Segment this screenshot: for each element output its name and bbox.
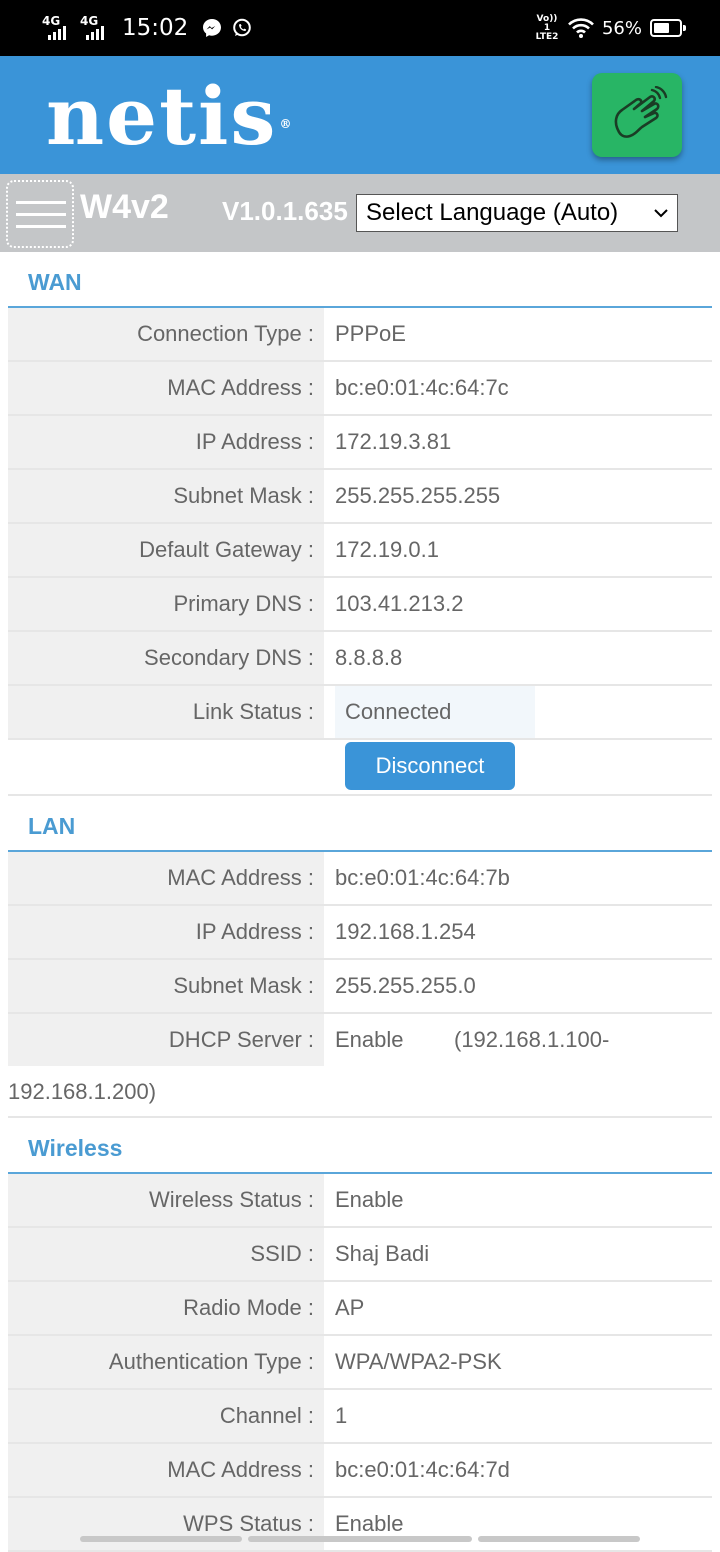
disconnect-button[interactable]: Disconnect xyxy=(345,742,515,790)
table-row: IP Address : 172.19.3.81 xyxy=(8,416,712,470)
row-value: 1 xyxy=(335,1403,348,1428)
row-value: 103.41.213.2 xyxy=(335,591,464,616)
table-row-dhcp-server: DHCP Server : Enable (192.168.1.100- 192… xyxy=(8,1014,712,1118)
netis-logo: netis ® xyxy=(46,76,293,156)
section-title-lan: LAN xyxy=(8,796,712,852)
battery-percent: 56% xyxy=(601,17,642,39)
row-value: 192.168.1.254 xyxy=(335,919,476,944)
table-row: SSID : Shaj Badi xyxy=(8,1228,712,1282)
status-content: WAN Connection Type : PPPoE MAC Address : b… xyxy=(0,252,720,1552)
signal-icon-sim2: 4G xyxy=(80,15,116,41)
row-value: Enable xyxy=(335,1511,404,1536)
table-row: IP Address : 192.168.1.254 xyxy=(8,906,712,960)
row-value: bc:e0:01:4c:64:7c xyxy=(335,375,509,400)
row-label: Subnet Mask : xyxy=(8,470,324,522)
firmware-version: V1.0.1.635 xyxy=(222,196,348,226)
table-row: Default Gateway : 172.19.0.1 xyxy=(8,524,712,578)
table-row: Radio Mode : AP xyxy=(8,1282,712,1336)
volte-top-text: Vo)) 1 xyxy=(536,13,558,33)
row-value: Shaj Badi xyxy=(335,1241,430,1266)
clock: 15:02 xyxy=(122,15,189,41)
row-label: Wireless Status : xyxy=(8,1174,324,1226)
row-label: MAC Address : xyxy=(8,362,324,414)
whatsapp-icon xyxy=(233,18,252,37)
row-value: Enable xyxy=(335,1187,404,1212)
row-label: MAC Address : xyxy=(8,852,324,904)
row-label: Radio Mode : xyxy=(8,1282,324,1334)
lan-table: MAC Address : bc:e0:01:4c:64:7b IP Address… xyxy=(0,852,720,1014)
volte-bottom-text: LTE2 xyxy=(535,31,559,42)
row-label: MAC Address : xyxy=(8,1444,324,1496)
table-row: MAC Address : bc:e0:01:4c:64:7c xyxy=(8,362,712,416)
row-value: bc:e0:01:4c:64:7b xyxy=(335,865,510,890)
table-row: Secondary DNS : 8.8.8.8 xyxy=(8,632,712,686)
chevron-down-icon xyxy=(654,209,668,218)
row-value: 255.255.255.0 xyxy=(335,973,476,998)
row-label: Connection Type : xyxy=(8,308,324,360)
battery-icon xyxy=(650,19,686,37)
table-row: Subnet Mask : 255.255.255.255 xyxy=(8,470,712,524)
row-label: Channel : xyxy=(8,1390,324,1442)
row-value: 8.8.8.8 xyxy=(335,645,403,670)
wifi-icon xyxy=(568,18,594,38)
wireless-table: Wireless Status : Enable SSID : Shaj Badi Ra… xyxy=(0,1174,720,1552)
row-label: SSID : xyxy=(8,1228,324,1280)
scroll-indicator xyxy=(248,1536,472,1542)
table-row: MAC Address : bc:e0:01:4c:64:7d xyxy=(8,1444,712,1498)
table-row-link-status: Link Status : Connected xyxy=(8,686,712,740)
wan-table: Connection Type : PPPoE MAC Address : bc:e0… xyxy=(0,308,720,686)
table-row: Authentication Type : WPA/WPA2-PSK xyxy=(8,1336,712,1390)
registered-mark: ® xyxy=(279,117,294,131)
row-label: Authentication Type : xyxy=(8,1336,324,1388)
row-label: IP Address : xyxy=(8,416,324,468)
row-label: Secondary DNS : xyxy=(8,632,324,684)
table-row: MAC Address : bc:e0:01:4c:64:7b xyxy=(8,852,712,906)
logo-text: netis xyxy=(46,69,278,163)
row-label: Primary DNS : xyxy=(8,578,324,630)
row-label: Subnet Mask : xyxy=(8,960,324,1012)
table-row: Wireless Status : Enable xyxy=(8,1174,712,1228)
table-row: Connection Type : PPPoE xyxy=(8,308,712,362)
status-bar: 4G 4G 15:02 Vo)) 1 LTE2 56% xyxy=(0,0,720,56)
messenger-icon xyxy=(203,19,222,37)
device-model: W4v2 xyxy=(80,188,169,226)
row-label: Default Gateway : xyxy=(8,524,324,576)
language-select-value: Select Language (Auto) xyxy=(366,199,619,226)
scroll-indicator xyxy=(478,1536,640,1542)
dhcp-range-end: 192.168.1.200) xyxy=(8,1079,157,1104)
row-label: IP Address : xyxy=(8,906,324,958)
table-row: Channel : 1 xyxy=(8,1390,712,1444)
disconnect-row: Disconnect xyxy=(8,740,712,796)
row-value: 172.19.0.1 xyxy=(335,537,439,562)
row-value: bc:e0:01:4c:64:7d xyxy=(335,1457,510,1482)
row-value: PPPoE xyxy=(335,321,406,346)
row-label: WPS Status : xyxy=(8,1498,324,1550)
table-row: Primary DNS : 103.41.213.2 xyxy=(8,578,712,632)
language-select[interactable]: Select Language (Auto) xyxy=(356,194,678,232)
signal-icon-sim1: 4G xyxy=(42,15,78,41)
dhcp-range-start: (192.168.1.100- xyxy=(454,1027,610,1052)
brand-header: netis ® xyxy=(0,56,720,174)
row-value: AP xyxy=(335,1295,365,1320)
row-value: 172.19.3.81 xyxy=(335,429,452,454)
table-row: Subnet Mask : 255.255.255.0 xyxy=(8,960,712,1014)
device-bar: W4v2 V1.0.1.635 Select Language (Auto) xyxy=(0,174,720,252)
dhcp-state: Enable xyxy=(335,1027,404,1052)
hamburger-menu-button[interactable] xyxy=(6,180,74,248)
row-value: 255.255.255.255 xyxy=(335,483,501,508)
link-status-value: Connected xyxy=(335,686,535,738)
row-label: Link Status : xyxy=(8,686,324,738)
hand-wave-icon xyxy=(614,86,668,138)
section-title-wireless: Wireless xyxy=(8,1118,712,1174)
section-title-wan: WAN xyxy=(8,252,712,308)
row-label: DHCP Server : xyxy=(8,1014,324,1066)
scroll-indicator xyxy=(80,1536,242,1542)
quick-setup-button[interactable] xyxy=(592,73,682,157)
row-value: WPA/WPA2-PSK xyxy=(335,1349,502,1374)
volte-icon: Vo)) 1 LTE2 xyxy=(534,13,560,42)
